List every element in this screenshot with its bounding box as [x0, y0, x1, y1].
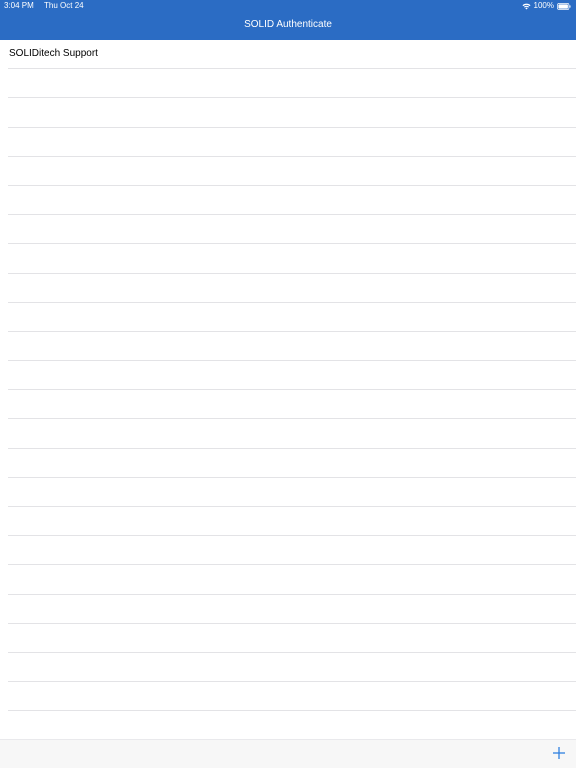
empty-row	[8, 361, 576, 391]
battery-icon	[557, 2, 571, 10]
list-item[interactable]: SOLIDitech Support	[8, 40, 576, 70]
empty-row	[8, 69, 576, 99]
empty-row	[8, 711, 576, 739]
empty-row	[8, 157, 576, 186]
status-date: Thu Oct 24	[44, 1, 84, 10]
empty-row	[8, 449, 576, 478]
empty-row	[8, 215, 576, 245]
empty-row	[8, 186, 576, 216]
empty-row	[8, 536, 576, 566]
wifi-icon	[522, 3, 531, 10]
empty-row	[8, 98, 576, 128]
battery-percent: 100%	[533, 1, 554, 10]
empty-row	[8, 624, 576, 653]
status-bar: 3:04 PM Thu Oct 24 100%	[0, 0, 576, 12]
plus-icon	[553, 747, 565, 759]
status-right: 100%	[522, 0, 571, 12]
empty-row	[8, 507, 576, 537]
empty-row	[8, 565, 576, 595]
empty-row	[8, 274, 576, 303]
empty-row	[8, 390, 576, 420]
list-item-label: SOLIDitech Support	[9, 48, 98, 59]
empty-row	[8, 244, 576, 274]
page-title: SOLID Authenticate	[244, 19, 332, 30]
empty-row	[8, 682, 576, 712]
add-account-button[interactable]	[552, 746, 566, 760]
app-screen: 3:04 PM Thu Oct 24 100% SOLID Authentica…	[0, 0, 576, 768]
empty-row	[8, 419, 576, 449]
status-time: 3:04 PM	[4, 1, 34, 10]
empty-row	[8, 653, 576, 683]
empty-row	[8, 303, 576, 332]
status-left: 3:04 PM Thu Oct 24	[4, 0, 84, 12]
account-list: SOLIDitech Support	[0, 40, 576, 739]
header: 3:04 PM Thu Oct 24 100% SOLID Authentica…	[0, 0, 576, 40]
empty-row	[8, 478, 576, 507]
empty-row	[8, 128, 576, 157]
empty-row	[8, 595, 576, 624]
bottom-toolbar	[0, 739, 576, 768]
empty-row	[8, 332, 576, 362]
